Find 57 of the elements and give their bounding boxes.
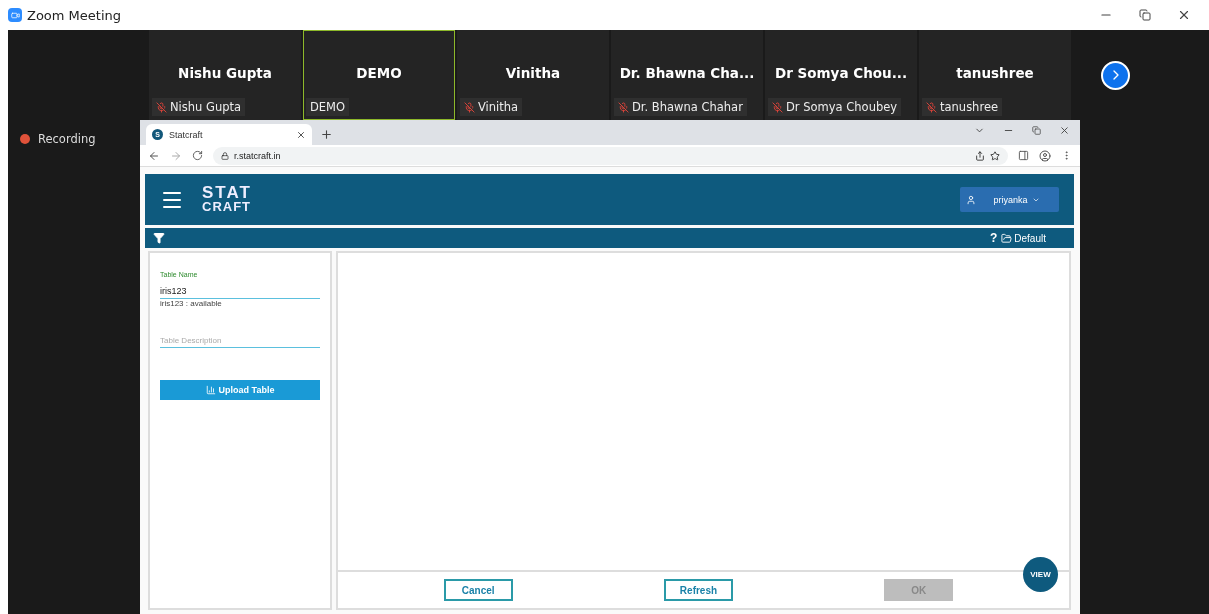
lock-icon xyxy=(221,151,229,160)
muted-mic-icon xyxy=(772,101,783,113)
participant-label: DEMO xyxy=(310,100,346,114)
video-tile[interactable]: Dr Somya Chou... Dr Somya Choubey xyxy=(765,30,917,120)
recording-label: Recording xyxy=(38,132,96,146)
user-menu-button[interactable]: priyanka xyxy=(960,187,1059,212)
app-logo-icon xyxy=(8,8,22,22)
participant-label: Nishu Gupta xyxy=(170,100,242,114)
statcraft-logo: STAT CRAFT xyxy=(202,185,252,214)
muted-mic-icon xyxy=(156,101,167,113)
video-tile[interactable]: Dr. Bhawna Cha... Dr. Bhawna Chahar xyxy=(611,30,763,120)
next-page-button[interactable] xyxy=(1101,60,1130,90)
url-text: r.statcraft.in xyxy=(234,150,281,161)
video-tile[interactable]: Vinitha Vinitha xyxy=(457,30,609,120)
video-tile[interactable]: DEMO DEMO xyxy=(303,30,455,120)
table-name-field[interactable]: iris123 xyxy=(160,278,320,299)
share-icon[interactable] xyxy=(975,150,985,161)
muted-mic-icon xyxy=(464,101,475,113)
footer-button[interactable]: Cancel xyxy=(443,579,513,601)
close-icon[interactable] xyxy=(1059,125,1070,136)
participant-label: tanushree xyxy=(940,100,999,114)
workspace-button[interactable]: Default xyxy=(1001,232,1066,244)
availability-text: iris123 : available xyxy=(160,299,223,308)
new-tab-icon[interactable] xyxy=(320,128,333,141)
participant-label: Dr. Bhawna Chahar xyxy=(632,100,743,114)
recording-icon xyxy=(20,134,30,144)
restore-icon[interactable] xyxy=(1032,126,1041,135)
window-title: Zoom Meeting xyxy=(27,7,122,23)
profile-icon[interactable] xyxy=(1039,149,1051,162)
user-icon xyxy=(966,194,976,205)
restore-icon[interactable] xyxy=(1139,9,1151,21)
video-tile[interactable]: tanushree tanushree xyxy=(919,30,1071,120)
footer-button[interactable]: Refresh xyxy=(664,579,733,601)
participant-label: Dr Somya Choubey xyxy=(786,100,898,114)
help-link[interactable]: ? xyxy=(989,231,998,245)
video-tile[interactable]: Nishu Gupta Nishu Gupta xyxy=(149,30,301,120)
participant-name: tanushree xyxy=(955,65,1035,81)
participant-name: Nishu Gupta xyxy=(177,65,273,81)
participant-name: DEMO xyxy=(355,65,403,81)
participant-name: Dr Somya Chou... xyxy=(774,65,908,81)
close-tab-icon[interactable] xyxy=(296,129,306,140)
participant-label: Vinitha xyxy=(478,100,519,114)
muted-mic-icon xyxy=(618,101,629,113)
bookmark-icon[interactable] xyxy=(990,150,1000,161)
filter-icon[interactable] xyxy=(153,232,165,244)
muted-mic-icon xyxy=(926,101,937,113)
close-icon[interactable] xyxy=(1177,8,1191,22)
address-field[interactable]: r.statcraft.in xyxy=(213,146,1008,165)
reload-icon[interactable] xyxy=(192,150,203,161)
participant-name: Dr. Bhawna Cha... xyxy=(618,65,756,81)
participant-name: Vinitha xyxy=(504,65,562,81)
description-field[interactable]: Table Description xyxy=(160,334,320,348)
back-icon[interactable] xyxy=(148,149,160,162)
folder-icon xyxy=(1001,232,1013,244)
bar-chart-icon xyxy=(205,385,216,395)
tab-title: Statcraft xyxy=(169,129,203,140)
side-panel-icon[interactable] xyxy=(1018,150,1029,161)
